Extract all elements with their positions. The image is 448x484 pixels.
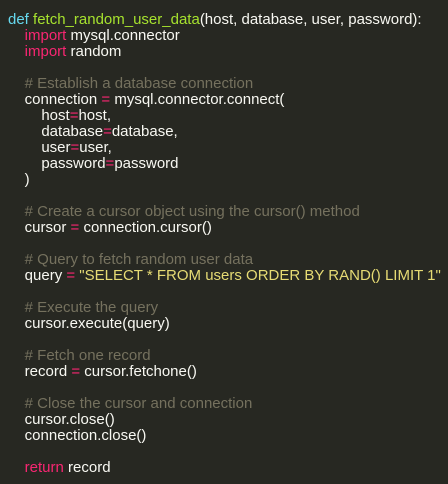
code-line: # Close the cursor and connection bbox=[8, 396, 448, 412]
code-line: # Establish a database connection bbox=[8, 76, 448, 92]
code-line: import mysql.connector bbox=[8, 27, 180, 44]
code-line: # Create a cursor object using the curso… bbox=[8, 204, 448, 220]
keyword-import: import bbox=[8, 43, 67, 60]
code-line: import random bbox=[8, 43, 122, 60]
code-line: connection = mysql.connector.connect( bbox=[8, 91, 285, 108]
operator: = bbox=[105, 155, 115, 172]
comment: # Close the cursor and connection bbox=[8, 395, 253, 412]
code-editor: def fetch_random_user_data(host, databas… bbox=[0, 0, 448, 484]
keyword-return: return bbox=[8, 459, 64, 476]
code-line: # Query to fetch random user data bbox=[8, 252, 448, 268]
code-line: record = cursor.fetchone() bbox=[8, 363, 197, 380]
operator: = bbox=[103, 123, 112, 140]
function-params: (host, database, user, password): bbox=[199, 11, 422, 28]
code-line: # Fetch one record bbox=[8, 348, 448, 364]
code-line: database=database, bbox=[8, 123, 178, 140]
code-line: # Execute the query bbox=[8, 300, 448, 316]
code-line: password=password bbox=[8, 155, 179, 172]
code-line: cursor.execute(query) bbox=[8, 315, 170, 332]
comment: # Execute the query bbox=[8, 299, 159, 316]
operator: = bbox=[71, 363, 81, 380]
code-line: return record bbox=[8, 459, 111, 476]
code-line: query = "SELECT * FROM users ORDER BY RA… bbox=[8, 267, 441, 284]
code-line: host=host, bbox=[8, 107, 111, 124]
comment: # Create a cursor object using the curso… bbox=[8, 203, 360, 220]
comment: # Establish a database connection bbox=[8, 75, 254, 92]
operator: = bbox=[66, 267, 76, 284]
code-line: def fetch_random_user_data(host, databas… bbox=[8, 12, 448, 28]
string-literal: "SELECT * FROM users ORDER BY RAND() LIM… bbox=[79, 267, 441, 284]
code-line: user=user, bbox=[8, 139, 112, 156]
code-line: cursor = connection.cursor() bbox=[8, 219, 212, 236]
code-line: cursor.close() bbox=[8, 411, 115, 428]
comment: # Query to fetch random user data bbox=[8, 251, 254, 268]
operator: = bbox=[101, 91, 111, 108]
keyword-import: import bbox=[8, 27, 67, 44]
code-line: connection.close() bbox=[8, 427, 147, 444]
operator: = bbox=[70, 219, 80, 236]
operator: = bbox=[70, 139, 80, 156]
code-line: ) bbox=[8, 171, 30, 188]
function-name: fetch_random_user_data bbox=[33, 11, 200, 28]
keyword-def: def bbox=[8, 11, 29, 28]
comment: # Fetch one record bbox=[8, 347, 151, 364]
